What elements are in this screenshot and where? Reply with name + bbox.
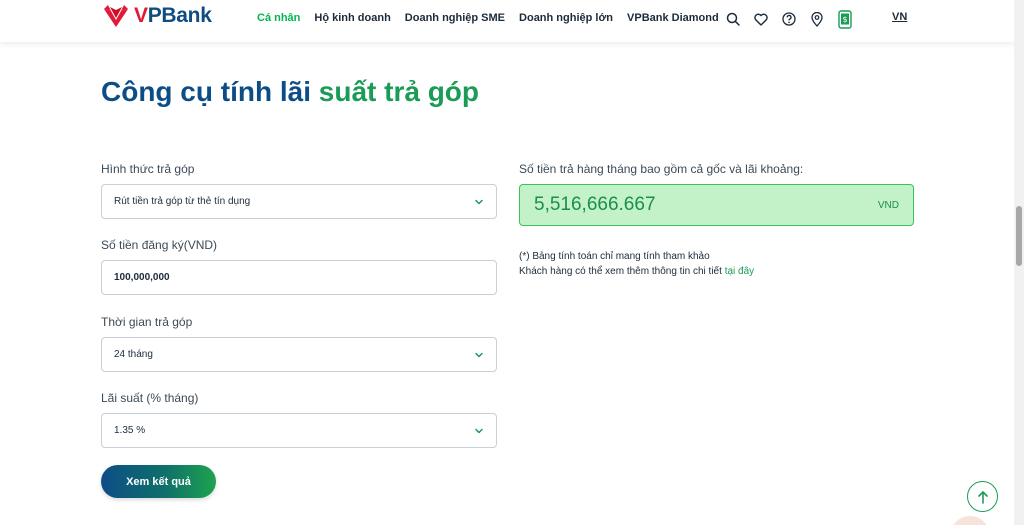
chevron-down-icon [475, 428, 483, 433]
nav-item-personal[interactable]: Cá nhân [257, 12, 300, 24]
chevron-down-icon [475, 352, 483, 357]
period-select[interactable]: 24 tháng [101, 337, 497, 372]
details-link[interactable]: tại đây [725, 266, 754, 277]
amount-label: Số tiền đăng ký(VND) [101, 238, 218, 252]
logo-mark-icon [104, 5, 128, 27]
nav-item-large-enterprise[interactable]: Doanh nghiệp lớn [519, 12, 613, 24]
view-result-button[interactable]: Xem kết quả [101, 465, 216, 498]
disclaimer-note: (*) Bảng tính toán chỉ mang tính tham kh… [519, 251, 710, 262]
nav-item-sme[interactable]: Doanh nghiệp SME [405, 12, 505, 24]
main-nav: Cá nhân Hộ kinh doanh Doanh nghiệp SME D… [257, 12, 719, 24]
period-label: Thời gian trả góp [101, 315, 193, 329]
vpbank-logo[interactable]: VPBank [101, 4, 212, 28]
heart-icon[interactable] [752, 10, 770, 28]
rate-select[interactable]: 1.35 % [101, 413, 497, 448]
scrollbar-thumb[interactable] [1016, 206, 1022, 266]
installment-type-label: Hình thức trả góp [101, 162, 195, 176]
result-unit: VND [877, 199, 899, 211]
chevron-down-icon [475, 199, 483, 204]
result-box: 5,516,666.667 VND [519, 184, 914, 226]
site-header: VPBank Cá nhân Hộ kinh doanh Doanh nghiệ… [0, 0, 1014, 42]
rate-label: Lãi suất (% tháng) [101, 391, 199, 405]
arrow-up-icon [977, 490, 988, 504]
header-icons: $ [724, 9, 854, 29]
scroll-to-top-button[interactable] [967, 481, 998, 512]
search-icon[interactable] [724, 10, 742, 28]
details-note: Khách hàng có thể xem thêm thông tin chi… [519, 266, 755, 277]
result-label: Số tiền trả hàng tháng bao gồm cả gốc và… [519, 162, 804, 176]
location-icon[interactable] [808, 10, 826, 28]
svg-text:$: $ [842, 15, 847, 24]
page-scrollbar[interactable] [1014, 0, 1024, 525]
nav-item-diamond[interactable]: VPBank Diamond [627, 12, 719, 24]
installment-type-select[interactable]: Rút tiền trả góp từ thẻ tín dụng [101, 184, 497, 219]
page-title: Công cụ tính lãi suất trả góp [101, 76, 480, 107]
nav-item-household-business[interactable]: Hộ kinh doanh [314, 12, 390, 24]
help-icon[interactable] [780, 10, 798, 28]
amount-input[interactable]: 100,000,000 [101, 260, 497, 295]
result-value: 5,516,666.667 [534, 194, 656, 215]
chat-widget-peek[interactable] [950, 516, 990, 525]
language-switch[interactable]: VN [892, 11, 907, 23]
logo-text: VPBank [134, 4, 212, 27]
mobile-app-icon[interactable]: $ [836, 9, 854, 29]
